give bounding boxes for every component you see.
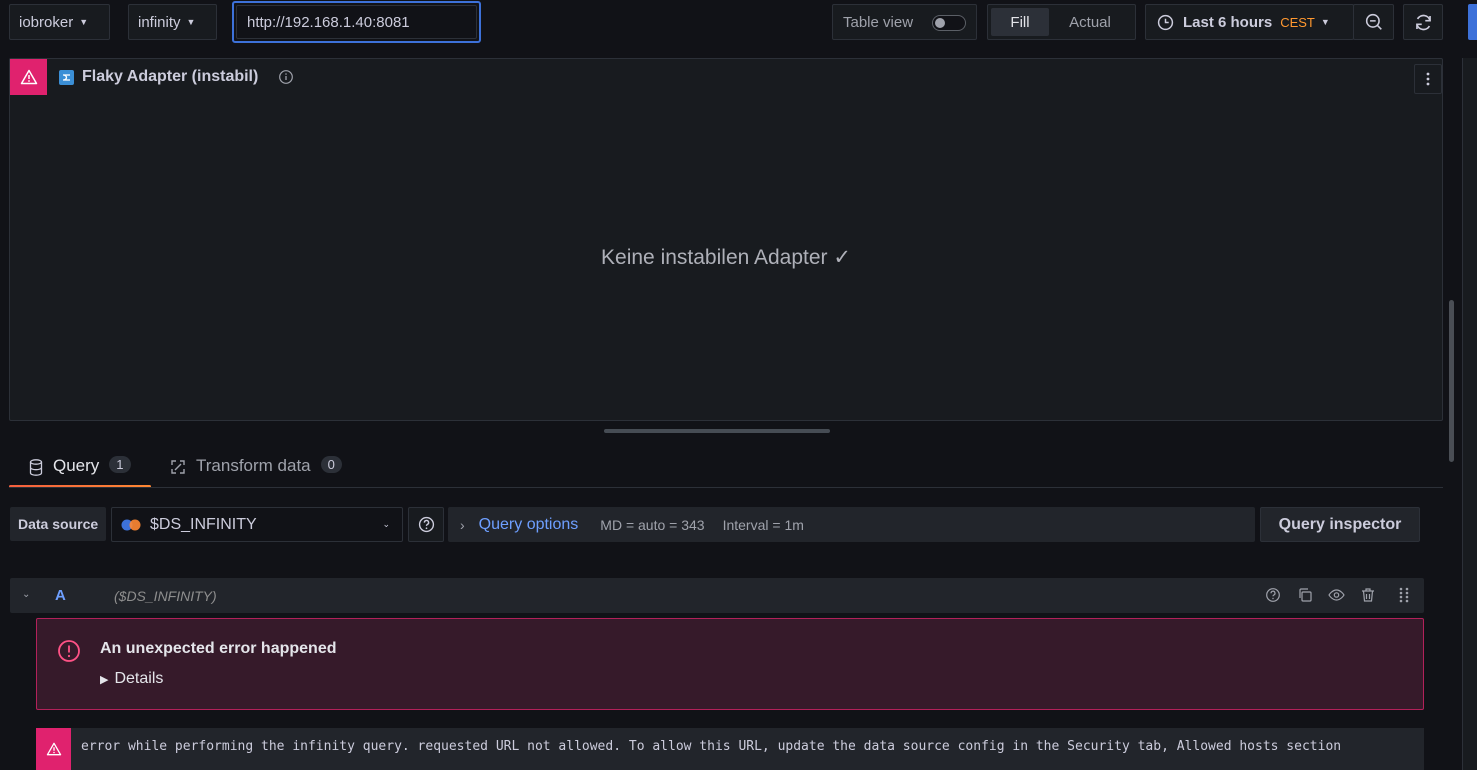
error-details-label: Details bbox=[114, 670, 164, 687]
transform-icon bbox=[170, 456, 186, 475]
warning-icon bbox=[20, 69, 38, 85]
panel-menu-button[interactable] bbox=[1414, 64, 1442, 94]
query-error-message: error while performing the infinity quer… bbox=[36, 728, 1424, 770]
data-source-value: $DS_INFINITY bbox=[150, 515, 257, 533]
actual-button[interactable]: Actual bbox=[1049, 8, 1131, 36]
url-input[interactable] bbox=[236, 5, 477, 39]
query-ref-id[interactable]: A bbox=[55, 587, 66, 604]
time-range-picker[interactable]: Last 6 hours CEST ▼ bbox=[1145, 4, 1354, 40]
caret-right-icon: ▶ bbox=[100, 673, 109, 686]
variable-iobroker-label: iobroker bbox=[19, 13, 74, 31]
data-source-select[interactable]: $DS_INFINITY ⌄ bbox=[111, 507, 403, 542]
refresh-icon bbox=[1414, 13, 1433, 32]
zoom-out-icon bbox=[1365, 13, 1383, 31]
query-row-header: ⌄ A ($DS_INFINITY) bbox=[10, 578, 1424, 613]
adapter-icon bbox=[59, 70, 74, 85]
chevron-down-icon: ▼ bbox=[79, 17, 89, 27]
variable-iobroker-dropdown[interactable]: iobroker ▼ bbox=[9, 4, 110, 40]
tab-transform-count: 0 bbox=[320, 456, 342, 473]
panel-resize-splitter[interactable] bbox=[604, 429, 830, 433]
error-message-text: error while performing the infinity quer… bbox=[81, 739, 1342, 754]
data-source-help-button[interactable] bbox=[408, 507, 444, 542]
toggle-knob bbox=[935, 18, 945, 28]
timezone-label: CEST bbox=[1280, 14, 1315, 30]
error-title: An unexpected error happened bbox=[100, 640, 337, 657]
chevron-down-icon: ▼ bbox=[1320, 17, 1330, 27]
error-circle-icon bbox=[57, 639, 81, 663]
warning-icon bbox=[36, 728, 71, 770]
toggle-switch[interactable] bbox=[932, 15, 966, 31]
infinity-datasource-icon bbox=[120, 518, 142, 532]
query-options-toggle[interactable]: › Query options MD = auto = 343 Interval… bbox=[448, 507, 1255, 542]
table-view-label: Table view bbox=[843, 13, 914, 31]
max-data-points-info: MD = auto = 343 bbox=[600, 516, 705, 533]
zoom-out-button[interactable] bbox=[1353, 4, 1394, 40]
panel: Flaky Adapter (instabil) Keine instabile… bbox=[9, 58, 1443, 421]
query-datasource-name: ($DS_INFINITY) bbox=[114, 588, 217, 604]
info-icon[interactable] bbox=[278, 69, 294, 85]
time-range-label: Last 6 hours bbox=[1183, 13, 1273, 31]
right-sidebar-edge bbox=[1462, 58, 1477, 770]
tab-query-label: Query bbox=[53, 456, 100, 475]
tab-divider bbox=[9, 487, 1443, 488]
panel-error-indicator[interactable] bbox=[10, 59, 47, 95]
query-options-label: Query options bbox=[478, 515, 579, 533]
tab-query[interactable]: Query 1 bbox=[9, 450, 151, 488]
scrollbar-thumb[interactable] bbox=[1449, 300, 1454, 462]
variable-infinity-label: infinity bbox=[138, 13, 181, 31]
fill-button[interactable]: Fill bbox=[991, 8, 1049, 36]
chevron-down-icon: ▼ bbox=[186, 17, 196, 27]
trash-icon[interactable] bbox=[1360, 587, 1376, 603]
panel-title: Flaky Adapter (instabil) bbox=[82, 68, 259, 85]
eye-icon[interactable] bbox=[1328, 587, 1345, 603]
chevron-right-icon: › bbox=[460, 516, 465, 533]
error-details-toggle[interactable]: ▶ Details bbox=[100, 670, 163, 688]
chevron-down-icon: ⌄ bbox=[382, 519, 390, 529]
table-view-toggle[interactable]: Table view bbox=[832, 4, 977, 40]
data-source-label: Data source bbox=[10, 507, 106, 541]
url-field-wrapper bbox=[232, 1, 481, 43]
error-alert: An unexpected error happened ▶ Details bbox=[36, 618, 1424, 710]
database-icon bbox=[29, 456, 43, 476]
collapse-chevron-icon[interactable]: ⌄ bbox=[22, 589, 30, 600]
help-icon[interactable] bbox=[1265, 587, 1281, 603]
help-icon bbox=[418, 516, 435, 533]
tab-query-count: 1 bbox=[109, 456, 131, 473]
clock-icon bbox=[1157, 14, 1174, 31]
interval-info: Interval = 1m bbox=[722, 516, 804, 533]
sidebar-edge-button[interactable] bbox=[1468, 4, 1477, 40]
query-inspector-button[interactable]: Query inspector bbox=[1260, 507, 1420, 542]
duplicate-icon[interactable] bbox=[1297, 587, 1313, 603]
panel-message: Keine instabilen Adapter ✓ bbox=[601, 246, 851, 269]
refresh-button[interactable] bbox=[1403, 4, 1443, 40]
tab-transform-label: Transform data bbox=[196, 456, 311, 475]
more-vertical-icon bbox=[1426, 72, 1430, 86]
fill-actual-radio-group: Fill Actual bbox=[987, 4, 1136, 40]
tab-transform-data[interactable]: Transform data 0 bbox=[170, 450, 342, 488]
variable-infinity-dropdown[interactable]: infinity ▼ bbox=[128, 4, 217, 40]
drag-handle-icon[interactable] bbox=[1398, 587, 1410, 603]
